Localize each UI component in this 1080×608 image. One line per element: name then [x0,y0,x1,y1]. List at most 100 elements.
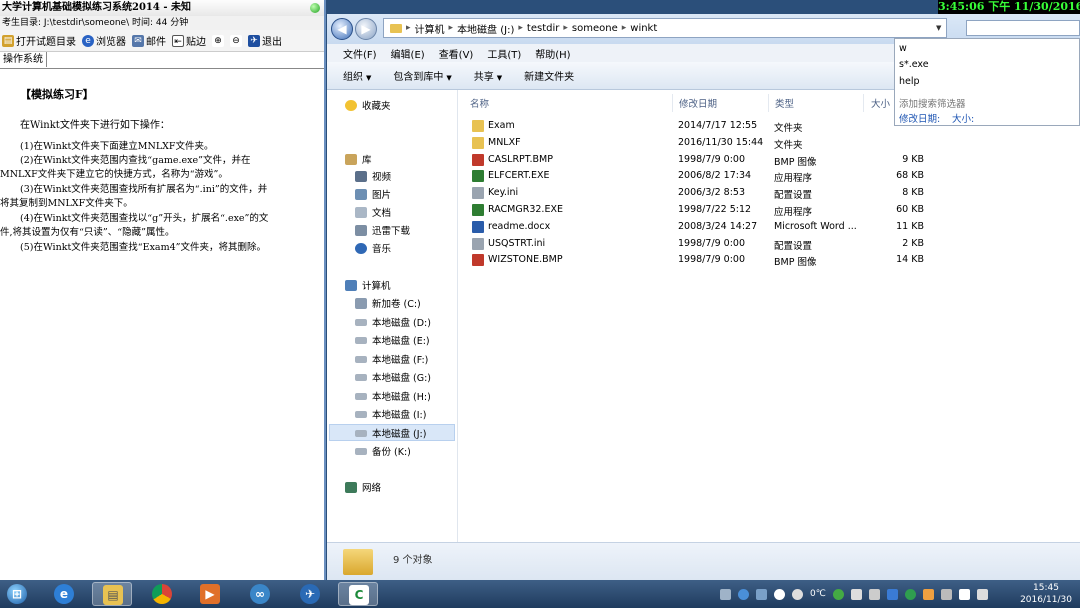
shield-icon[interactable] [886,588,898,600]
file-icon [472,187,484,200]
nav-drive-i[interactable]: 本地磁盘 (I:) [355,407,426,421]
filter-size[interactable]: 大小: [952,111,974,125]
breadcrumb-testdir[interactable]: testdir [527,23,559,34]
mail-button[interactable]: ✉ 邮件 [132,33,166,48]
share-button[interactable]: 共享 ▼ [474,68,502,83]
zoom-in-button[interactable]: ⊕ [212,34,224,47]
zoom-in-icon: ⊕ [212,34,224,47]
search-history-item[interactable]: help [899,76,920,87]
browser-button[interactable]: e 浏览器 [82,33,126,48]
column-header-size[interactable]: 大小 [871,96,890,110]
exit-button[interactable]: ✈ 退出 [248,33,282,48]
search-history-item[interactable]: w [899,43,907,54]
weather-icon[interactable] [792,588,803,600]
address-dropdown-caret-icon[interactable]: ▼ [936,24,941,32]
file-row[interactable]: readme.docx 2008/3/24 14:27 Microsoft Word… [468,219,928,236]
start-button[interactable]: ⊞ [0,582,34,606]
address-input[interactable]: ▸ 计算机 ▸ 本地磁盘 (J:) ▸ testdir ▸ someone ▸ … [383,18,947,38]
help-icon[interactable] [738,588,749,600]
dock-edge-button[interactable]: ⇤ 贴边 [172,33,206,48]
file-size: 2 KB [902,237,924,249]
volume-icon[interactable] [958,588,970,600]
tray-app-icon[interactable] [922,588,934,600]
include-in-library-button[interactable]: 包含到库中 ▼ [393,68,451,83]
dock-icon: ⇤ [172,34,184,47]
nav-drive-f[interactable]: 本地磁盘 (F:) [355,352,428,366]
file-row[interactable]: RACMGR32.EXE 1998/7/22 5:12 应用程序 60 KB [468,202,928,219]
nav-library-videos[interactable]: 视频 [355,169,391,183]
back-button[interactable]: ◀ [331,18,353,40]
filter-date-modified[interactable]: 修改日期: [899,111,940,125]
tray-app-icon[interactable] [720,588,731,600]
column-header-name[interactable]: 名称 [470,96,489,110]
tray-app-icon[interactable] [868,588,880,600]
flag-icon[interactable] [976,588,988,600]
column-divider[interactable] [768,94,769,112]
column-divider[interactable] [672,94,673,112]
open-question-folder-button[interactable]: ▤ 打开试题目录 [2,33,76,48]
file-row[interactable]: ELFCERT.EXE 2006/8/2 17:34 应用程序 68 KB [468,168,928,185]
security-icon[interactable] [904,588,916,600]
file-row[interactable]: Exam 2014/7/17 12:55 文件夹 [468,118,928,135]
taskbar-media-player[interactable]: ▶ [190,582,230,606]
nav-library-pictures[interactable]: 图片 [355,187,391,201]
computer-icon [345,279,357,291]
taskbar-clock[interactable]: 15:45 2016/11/30 [1016,582,1076,606]
nav-libraries[interactable]: 库 [345,152,372,166]
taskbar-chrome[interactable] [142,582,182,606]
nav-drive-c[interactable]: 新加卷 (C:) [355,296,421,310]
search-input[interactable] [966,20,1080,36]
taskbar-exam-system[interactable]: C [338,582,378,606]
nav-drive-d[interactable]: 本地磁盘 (D:) [355,315,431,329]
file-date: 1998/7/9 0:00 [678,237,746,249]
search-history-item[interactable]: s*.exe [899,59,929,70]
file-row[interactable]: USQSTRT.ini 1998/7/9 0:00 配置设置 2 KB [468,236,928,253]
menu-tools[interactable]: 工具(T) [487,46,521,61]
nav-library-thunder-downloads[interactable]: 迅雷下载 [355,223,410,237]
tab-operating-system[interactable]: 操作系统 [0,52,47,67]
menu-edit[interactable]: 编辑(E) [391,46,425,61]
forward-button[interactable]: ▶ [355,18,377,40]
nav-drive-j[interactable]: 本地磁盘 (J:) [355,426,426,440]
menu-help[interactable]: 帮助(H) [535,46,570,61]
nav-network[interactable]: 网络 [345,480,381,494]
taskbar-app-bird[interactable]: ✈ [290,582,330,606]
taskbar-app-rings[interactable]: ∞ [240,582,280,606]
column-header-type[interactable]: 类型 [775,96,794,110]
organize-button[interactable]: 组织 ▼ [343,68,371,83]
nav-library-music[interactable]: 音乐 [355,241,391,255]
tray-app-icon[interactable] [832,588,844,600]
nav-computer[interactable]: 计算机 [345,278,391,292]
breadcrumb-someone[interactable]: someone [572,23,618,34]
column-header-date[interactable]: 修改日期 [679,96,717,110]
tray-app-icon[interactable] [756,588,767,600]
taskbar-explorer[interactable]: ▤ [92,582,132,606]
file-row[interactable]: WIZSTONE.BMP 1998/7/9 0:00 BMP 图像 14 KB [468,252,928,269]
column-divider[interactable] [863,94,864,112]
nav-drive-h[interactable]: 本地磁盘 (H:) [355,389,431,403]
breadcrumb-computer[interactable]: 计算机 [415,21,445,36]
breadcrumb-winkt[interactable]: winkt [630,23,657,34]
zoom-out-button[interactable]: ⊖ [230,34,242,47]
music-icon [355,242,367,254]
new-folder-button[interactable]: 新建文件夹 [524,68,574,83]
nav-drive-g[interactable]: 本地磁盘 (G:) [355,370,431,384]
nav-favorites[interactable]: 收藏夹 [345,98,391,112]
menu-file[interactable]: 文件(F) [343,46,377,61]
file-row[interactable]: Key.ini 2006/3/2 8:53 配置设置 8 KB [468,185,928,202]
breadcrumb-drive-j[interactable]: 本地磁盘 (J:) [457,21,514,36]
taskbar-ie[interactable]: e [44,582,84,606]
file-row[interactable]: MNLXF 2016/11/30 15:44 文件夹 [468,135,928,152]
nav-library-documents[interactable]: 文档 [355,205,391,219]
nav-drive-e[interactable]: 本地磁盘 (E:) [355,333,430,347]
file-name: CASLRPT.BMP [488,153,553,165]
file-type: 应用程序 [774,173,813,185]
network-icon[interactable] [940,588,952,600]
infinity-icon[interactable] [774,588,785,600]
nav-drive-k[interactable]: 备份 (K:) [355,444,411,458]
file-name: Exam [488,120,515,131]
tray-app-icon[interactable] [850,588,862,600]
file-row[interactable]: CASLRPT.BMP 1998/7/9 0:00 BMP 图像 9 KB [468,152,928,169]
folder-icon: ▤ [2,34,14,47]
menu-view[interactable]: 查看(V) [439,46,474,61]
